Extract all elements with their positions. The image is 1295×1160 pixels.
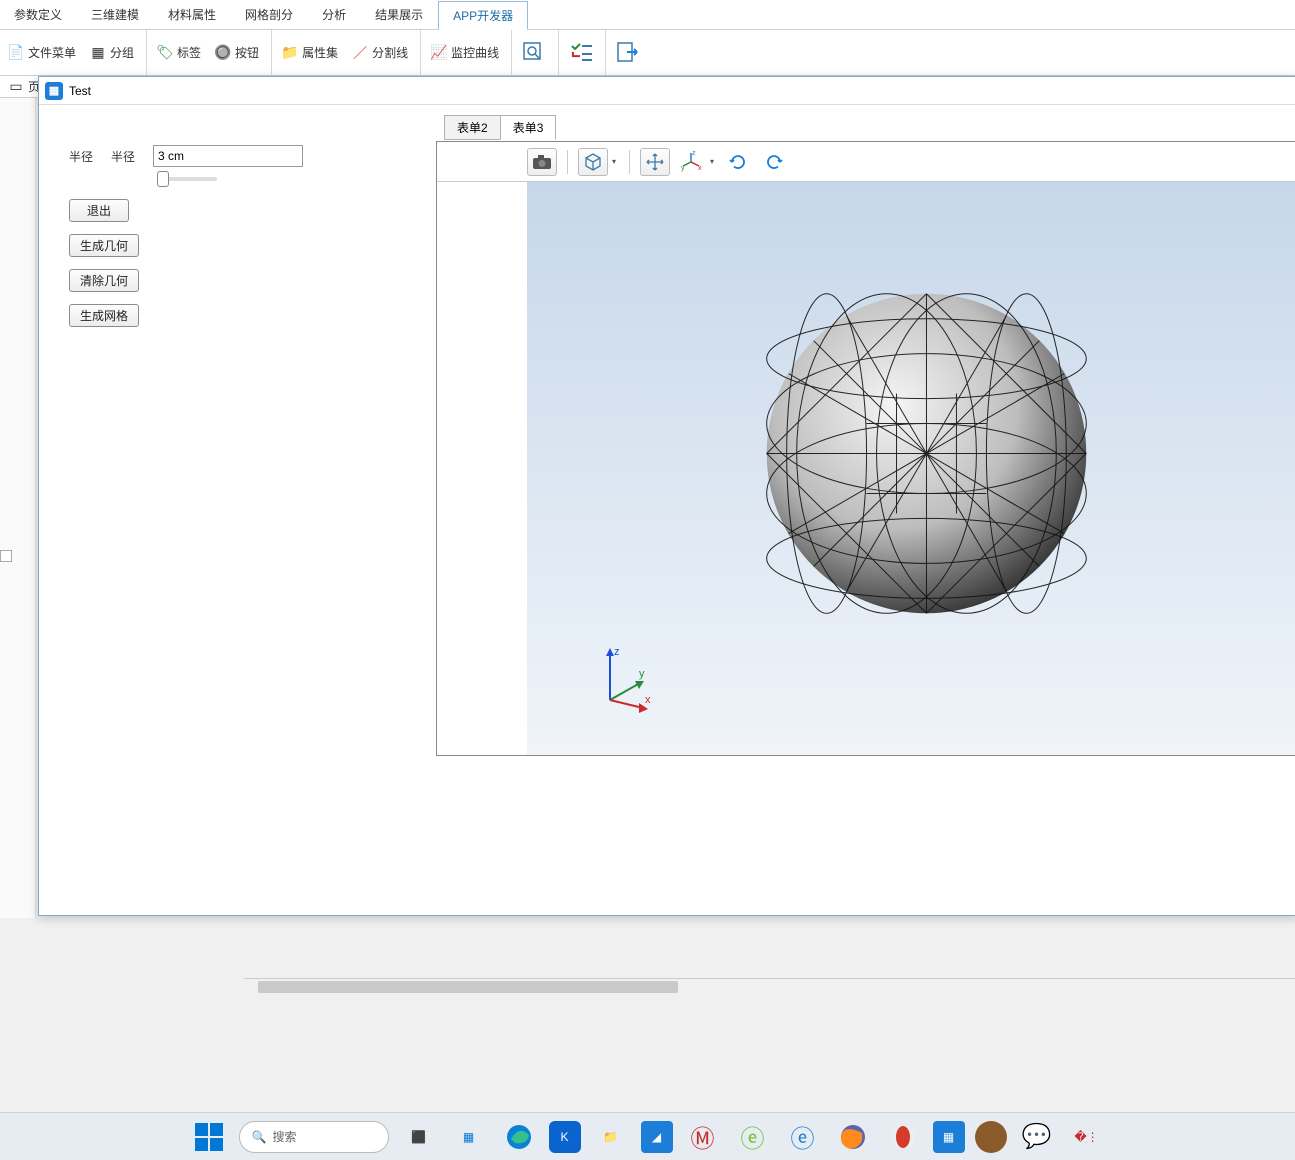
axis-gizmo: z y x	[595, 645, 655, 705]
tab-app-dev[interactable]: APP开发器	[438, 1, 528, 30]
task-view-icon[interactable]: ⬛	[399, 1117, 439, 1157]
3d-viewport[interactable]: z y x	[527, 182, 1295, 755]
ribbon-group-label: 分组	[110, 44, 134, 61]
test-right-panel: 表单2 表单3 ▾	[434, 105, 1295, 915]
generate-mesh-button[interactable]: 生成网格	[69, 304, 139, 327]
rotate-cw-button[interactable]	[759, 148, 789, 176]
taskbar-app-k[interactable]: K	[549, 1121, 581, 1153]
ribbon-monitor-curve[interactable]: 📈 监控曲线	[427, 42, 503, 63]
tab-results[interactable]: 结果展示	[361, 0, 438, 29]
cube-view-button[interactable]	[578, 148, 608, 176]
taskbar-mcafee-icon[interactable]: Ⓜ	[683, 1117, 723, 1157]
test-left-panel: 半径 半径 退出 生成几何 清除几何 生成网格	[39, 105, 434, 915]
tab-analysis[interactable]: 分析	[308, 0, 361, 29]
move-button[interactable]	[640, 148, 670, 176]
ribbon-group[interactable]: ▦ 分组	[86, 42, 138, 63]
clear-geometry-button[interactable]: 清除几何	[69, 269, 139, 292]
taskbar-app-blue[interactable]: ◢	[641, 1121, 673, 1153]
test-app-window: ▦ Test 半径 半径 退出 生成几何 清除几何 生成网格 表单2 表单3	[38, 76, 1295, 916]
viewer-frame: ▾ z x	[436, 141, 1295, 756]
param-label: 半径	[111, 148, 135, 165]
svg-text:y: y	[681, 165, 685, 172]
param-group-label: 半径	[69, 148, 93, 165]
taskbar-edge-icon[interactable]	[499, 1117, 539, 1157]
ribbon-export-icon[interactable]	[612, 37, 644, 69]
axes-dropdown[interactable]: ▾	[707, 157, 717, 166]
form-tabs: 表单2 表单3	[444, 115, 555, 140]
tag-icon: 🏷	[157, 45, 173, 61]
taskbar-explorer-icon[interactable]: 📁	[591, 1117, 631, 1157]
ribbon-file-menu-label: 文件菜单	[28, 44, 76, 61]
taskbar-opera-icon[interactable]	[883, 1117, 923, 1157]
rotate-ccw-button[interactable]	[723, 148, 753, 176]
app-logo-icon: ▦	[45, 82, 63, 100]
cube-view-dropdown[interactable]: ▾	[609, 157, 619, 166]
tab-mesh[interactable]: 网格剖分	[231, 0, 308, 29]
generate-geometry-button[interactable]: 生成几何	[69, 234, 139, 257]
taskbar-wechat-icon[interactable]: 💬	[1017, 1117, 1057, 1157]
left-dock-panel	[0, 98, 36, 918]
horizontal-scrollbar[interactable]	[244, 978, 1295, 996]
divider-icon: ／	[352, 45, 368, 61]
taskbar-avatar-icon[interactable]	[975, 1121, 1007, 1153]
axis-y-label: y	[639, 668, 645, 680]
axes-button[interactable]: z x y	[676, 148, 706, 176]
tab-material[interactable]: 材料属性	[154, 0, 231, 29]
ribbon-divider[interactable]: ／ 分割线	[348, 42, 412, 63]
ribbon-toolbar: 📄 文件菜单 ▦ 分组 🏷 标签 🔘 按钮 📁 属性集	[0, 30, 1295, 76]
taskbar-search[interactable]: 🔍 搜索	[239, 1121, 389, 1153]
monitor-curve-icon: 📈	[431, 45, 447, 61]
ribbon-propset-text: 属性集	[302, 44, 338, 61]
page-icon: ▭	[8, 79, 24, 95]
exit-button[interactable]: 退出	[69, 199, 129, 222]
ribbon-propset[interactable]: 📁 属性集	[278, 42, 342, 63]
ribbon-checklist-icon[interactable]	[565, 37, 597, 69]
ribbon-label[interactable]: 🏷 标签	[153, 42, 205, 63]
slider-thumb[interactable]	[157, 171, 169, 187]
ribbon-file-menu[interactable]: 📄 文件菜单	[4, 42, 80, 63]
main-menu-tabs: 参数定义 三维建模 材料属性 网格剖分 分析 结果展示 APP开发器	[0, 0, 1295, 30]
taskbar-ie-blue-icon[interactable]: ⓔ	[783, 1117, 823, 1157]
panel-collapse-handle[interactable]	[0, 550, 12, 562]
ribbon-monitor-curve-text: 监控曲线	[451, 44, 499, 61]
button-icon: 🔘	[215, 45, 231, 61]
svg-text:z: z	[692, 151, 696, 157]
propset-icon: 📁	[282, 45, 298, 61]
taskbar-app-box-icon[interactable]: ▦	[933, 1121, 965, 1153]
file-menu-icon: 📄	[8, 45, 24, 61]
ribbon-button-text: 按钮	[235, 44, 259, 61]
radius-slider[interactable]	[157, 177, 217, 181]
taskbar-ie-green-icon[interactable]: ⓔ	[733, 1117, 773, 1157]
svg-text:x: x	[698, 165, 702, 172]
test-titlebar[interactable]: ▦ Test	[39, 77, 1295, 105]
test-window-title: Test	[69, 84, 91, 98]
start-button[interactable]	[189, 1117, 229, 1157]
radius-input[interactable]	[153, 145, 303, 167]
taskbar-firefox-icon[interactable]	[833, 1117, 873, 1157]
scrollbar-thumb[interactable]	[258, 981, 678, 993]
viewer-toolbar: ▾ z x	[437, 142, 1295, 182]
taskbar-more-icon[interactable]: �⋮	[1067, 1117, 1107, 1157]
windows-logo-icon	[195, 1123, 223, 1151]
axis-x-label: x	[645, 694, 651, 706]
search-placeholder: 搜索	[272, 1128, 296, 1145]
ribbon-button[interactable]: 🔘 按钮	[211, 42, 263, 63]
search-icon: 🔍	[252, 1130, 267, 1144]
camera-button[interactable]	[527, 148, 557, 176]
ribbon-zoom-icon[interactable]	[518, 37, 550, 69]
axis-z-label: z	[614, 646, 620, 658]
taskbar-app-1[interactable]: ▦	[449, 1117, 489, 1157]
group-icon: ▦	[90, 45, 106, 61]
ribbon-divider-text: 分割线	[372, 44, 408, 61]
tab-3d-model[interactable]: 三维建模	[77, 0, 154, 29]
t-ab-param-def[interactable]: 参数定义	[0, 0, 77, 29]
ribbon-label-text: 标签	[177, 44, 201, 61]
form-tab-2[interactable]: 表单2	[444, 115, 501, 140]
form-tab-3[interactable]: 表单3	[500, 115, 557, 140]
windows-taskbar: 🔍 搜索 ⬛ ▦ K 📁 ◢ Ⓜ ⓔ ⓔ ▦ 💬 �⋮	[0, 1112, 1295, 1160]
